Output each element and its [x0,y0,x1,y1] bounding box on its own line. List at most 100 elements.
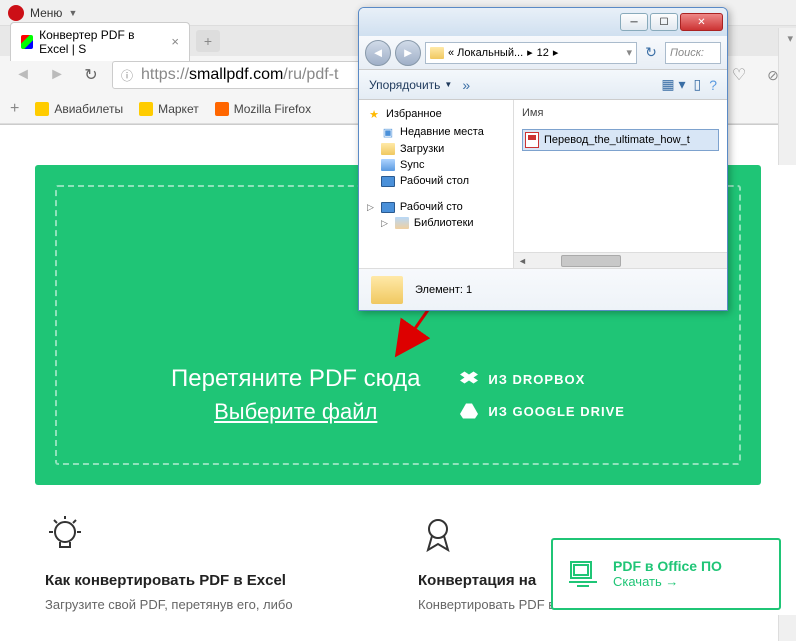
gdrive-label: ИЗ GOOGLE DRIVE [488,404,625,419]
minimize-button[interactable]: ─ [620,13,648,31]
tree-downloads[interactable]: Загрузки [363,141,509,157]
view-mode-button[interactable]: ▦ ▾ [661,76,685,93]
chevron-right-icon: ▸ [553,46,559,59]
info-text: Загрузите свой PDF, перетянув его, либо [45,595,378,615]
bookmark-market[interactable]: Маркет [139,102,199,116]
forward-button[interactable]: ► [44,62,70,88]
chevron-right-icon: ▸ [527,46,533,59]
new-tab-button[interactable]: + [196,30,220,52]
open-icon[interactable]: » [462,77,470,93]
search-input[interactable]: Поиск: [665,42,721,64]
dropbox-icon [460,370,478,388]
star-icon: ★ [367,107,381,121]
dropdown-icon[interactable]: ▾ [626,46,632,59]
url-path: /ru/pdf-t [283,66,338,83]
opera-icon [8,5,24,21]
reload-button[interactable]: ↻ [78,62,104,88]
desktop-icon [381,176,395,187]
tree-label: Загрузки [400,143,444,155]
computer-icon [567,558,599,590]
url-protocol: https:// [141,66,189,83]
forward-button[interactable]: ► [395,40,421,66]
path-segment: 12 [537,47,549,59]
url-domain: smallpdf.com [189,66,283,83]
info-howto: Как конвертировать PDF в Excel Загрузите… [45,515,378,615]
chevron-right-icon[interactable]: ▷ [381,218,388,229]
bookmark-label: Mozilla Firefox [234,102,311,116]
add-bookmark-button[interactable]: + [10,100,19,118]
column-header-name[interactable]: Имя [522,104,719,123]
bookmark-label: Маркет [158,102,199,116]
badge-icon [418,515,458,555]
tree-label: Sync [400,159,424,171]
pdf-icon [525,132,539,148]
chevron-down-icon: ▼ [68,8,77,18]
bookmark-icon[interactable]: ♡ [726,62,752,88]
explorer-nav: ◄ ► « Локальный... ▸ 12 ▸ ▾ ↻ Поиск: [359,36,727,70]
tab-title: Конвертер PDF в Excel | S [39,28,165,56]
choose-file-link[interactable]: Выберите файл [171,399,420,425]
close-tab-icon[interactable]: × [171,34,179,49]
bookmark-flights[interactable]: Авиабилеты [35,102,123,116]
explorer-toolbar: Упорядочить ▼ » ▦ ▾ ▯ ? [359,70,727,100]
file-name: Перевод_the_ultimate_how_t [544,134,690,146]
tree-recent[interactable]: ▣ Недавние места [363,123,509,141]
dropbox-label: ИЗ DROPBOX [488,372,585,387]
desktop-icon [381,202,395,213]
titlebar[interactable]: ─ ☐ ✕ [359,8,727,36]
info-title: Как конвертировать PDF в Excel [45,572,378,589]
status-text: Элемент: 1 [415,284,472,296]
promo-download-link[interactable]: Скачать → [613,574,722,589]
file-list: Имя Перевод_the_ultimate_how_t ◄ [514,100,727,268]
dropbox-button[interactable]: ИЗ DROPBOX [460,370,625,388]
path-input[interactable]: « Локальный... ▸ 12 ▸ ▾ [425,42,637,64]
firefox-icon [215,102,229,116]
organize-label: Упорядочить [369,78,440,92]
libraries-icon [395,217,409,229]
browser-tab[interactable]: Конвертер PDF в Excel | S × [10,22,190,61]
tree-libraries[interactable]: ▷ Библиотеки [363,215,509,231]
help-button[interactable]: ? [709,77,717,93]
dropzone-heading: Перетяните PDF сюда [171,365,420,393]
tree-label: Избранное [386,108,442,120]
preview-pane-button[interactable]: ▯ [693,76,701,93]
file-item[interactable]: Перевод_the_ultimate_how_t [522,129,719,151]
folder-icon [381,143,395,155]
organize-menu[interactable]: Упорядочить ▼ [369,78,452,92]
path-segment: « Локальный... [448,47,523,59]
back-button[interactable]: ◄ [365,40,391,66]
tree-label: Библиотеки [414,217,474,229]
market-icon [139,102,153,116]
tree-label: Недавние места [400,126,484,138]
scroll-thumb[interactable] [561,255,621,267]
refresh-button[interactable]: ↻ [641,43,661,63]
tree-desktop[interactable]: Рабочий стол [363,173,509,189]
tree-sync[interactable]: Sync [363,157,509,173]
promo-box[interactable]: PDF в Office ПО Скачать → [551,538,781,610]
tree-desktop2[interactable]: ▷ Рабочий сто [363,199,509,215]
chevron-right-icon[interactable]: ▷ [367,202,374,213]
scrollbar[interactable]: ◄ [514,252,727,268]
back-button[interactable]: ◄ [10,62,36,88]
close-button[interactable]: ✕ [680,13,723,31]
folder-icon [430,47,444,59]
tree-label: Рабочий сто [400,201,463,213]
recent-icon: ▣ [381,125,395,139]
bookmark-label: Авиабилеты [54,102,123,116]
explorer-status: Элемент: 1 [359,268,727,310]
lightbulb-icon [45,515,85,555]
gdrive-icon [460,402,478,420]
folder-tree: ★ Избранное ▣ Недавние места Загрузки Sy… [359,100,514,268]
chevron-down-icon[interactable]: ▾ [787,32,793,45]
tree-label: Рабочий стол [400,175,469,187]
folder-icon [381,159,395,171]
tab-favicon-icon [21,35,33,49]
gdrive-button[interactable]: ИЗ GOOGLE DRIVE [460,402,625,420]
menu-button[interactable]: Меню [30,6,62,20]
promo-title: PDF в Office ПО [613,558,722,574]
folder-icon [371,276,403,304]
server-icon: ⓘ [121,67,133,84]
bookmark-firefox[interactable]: Mozilla Firefox [215,102,311,116]
tree-favorites[interactable]: ★ Избранное [363,105,509,123]
maximize-button[interactable]: ☐ [650,13,678,31]
